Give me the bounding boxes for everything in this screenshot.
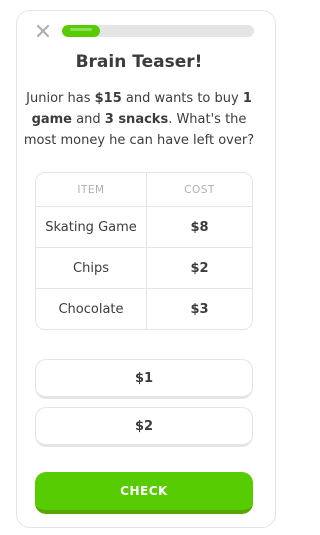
close-button[interactable] <box>34 22 52 40</box>
table-row: Skating Game $8 <box>36 207 252 248</box>
question-text: Junior has $15 and wants to buy 1 game a… <box>16 88 262 151</box>
table-row: Chocolate $3 <box>36 289 252 329</box>
close-icon <box>36 24 50 38</box>
cost-cell: $3 <box>190 302 209 317</box>
answer-option-1[interactable]: $1 <box>35 359 253 399</box>
lesson-progress-highlight <box>70 28 92 31</box>
table-header-row: ITEM COST <box>36 173 252 207</box>
question-amount: $15 <box>94 91 122 106</box>
page-title: Brain Teaser! <box>75 52 203 72</box>
column-header-item: ITEM <box>36 173 147 206</box>
answer-option-2[interactable]: $2 <box>35 407 253 447</box>
cost-cell: $8 <box>190 219 209 235</box>
lesson-progress-fill <box>62 25 100 37</box>
lesson-progress-bar <box>62 25 254 37</box>
column-header-cost: COST <box>184 183 215 196</box>
item-cell: Chocolate <box>36 289 147 329</box>
question-segment: and <box>72 112 105 127</box>
table-row: Chips $2 <box>36 248 252 289</box>
price-table: ITEM COST Skating Game $8 Chips $2 Choco… <box>35 172 253 330</box>
question-snack-count: 3 snacks <box>104 112 169 127</box>
cost-cell: $2 <box>190 260 209 276</box>
question-segment: and wants to buy <box>121 91 243 106</box>
item-cell: Skating Game <box>36 207 147 247</box>
lesson-header <box>34 22 256 40</box>
question-segment: Junior has <box>26 91 95 106</box>
item-cell: Chips <box>36 248 147 288</box>
check-button[interactable]: CHECK <box>35 472 253 514</box>
